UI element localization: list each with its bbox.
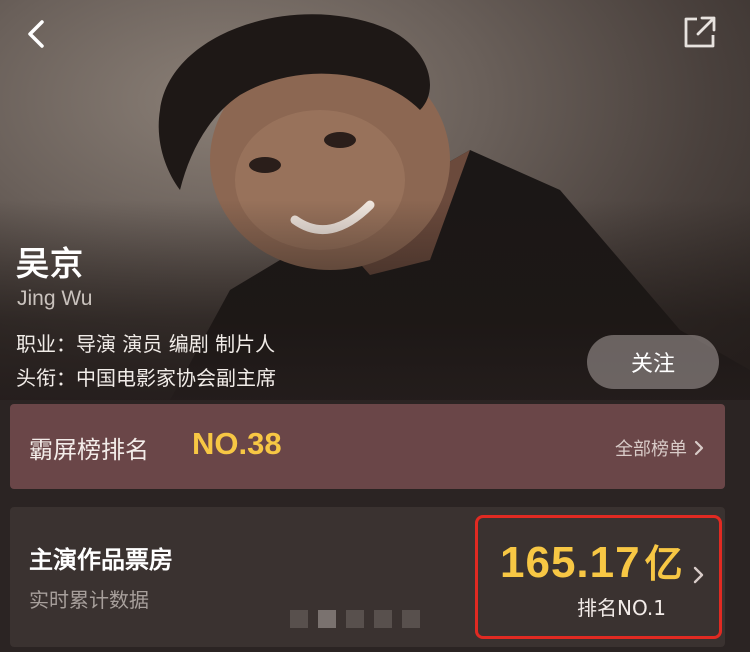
actor-title: 头衔：中国电影家协会副主席 bbox=[16, 366, 276, 390]
share-button[interactable] bbox=[680, 12, 720, 52]
carousel-dot[interactable] bbox=[402, 610, 420, 628]
actor-name-english: Jing Wu bbox=[17, 287, 93, 310]
box-office-value: 165.17 亿 bbox=[500, 533, 684, 588]
box-office-detail-button[interactable] bbox=[692, 565, 706, 585]
carousel-indicator bbox=[290, 610, 420, 628]
actor-name: 吴京 bbox=[16, 244, 84, 283]
all-rankings-link[interactable]: 全部榜单 bbox=[615, 435, 705, 461]
carousel-dot-active[interactable] bbox=[318, 610, 336, 628]
chevron-right-icon bbox=[694, 440, 704, 456]
ranking-title: 霸屏榜排名 bbox=[29, 436, 149, 464]
box-office-amount: 165.17 bbox=[500, 538, 641, 587]
chevron-left-icon bbox=[28, 20, 44, 48]
actor-occupation: 职业：导演 演员 编剧 制片人 bbox=[16, 332, 276, 356]
box-office-title: 主演作品票房 bbox=[29, 546, 173, 574]
carousel-dot[interactable] bbox=[374, 610, 392, 628]
ranking-bar[interactable]: 霸屏榜排名 NO.38 全部榜单 bbox=[10, 404, 725, 489]
carousel-dot[interactable] bbox=[290, 610, 308, 628]
box-office-subtitle: 实时累计数据 bbox=[29, 588, 149, 612]
box-office-unit: 亿 bbox=[644, 542, 684, 586]
back-button[interactable] bbox=[18, 14, 58, 54]
ranking-value: NO.38 bbox=[192, 426, 282, 461]
carousel-dot[interactable] bbox=[346, 610, 364, 628]
box-office-rank: 排名NO.1 bbox=[577, 596, 666, 620]
chevron-right-icon bbox=[693, 566, 704, 584]
share-icon bbox=[684, 16, 716, 48]
follow-button[interactable]: 关注 bbox=[587, 335, 719, 389]
all-rankings-label: 全部榜单 bbox=[615, 439, 687, 460]
